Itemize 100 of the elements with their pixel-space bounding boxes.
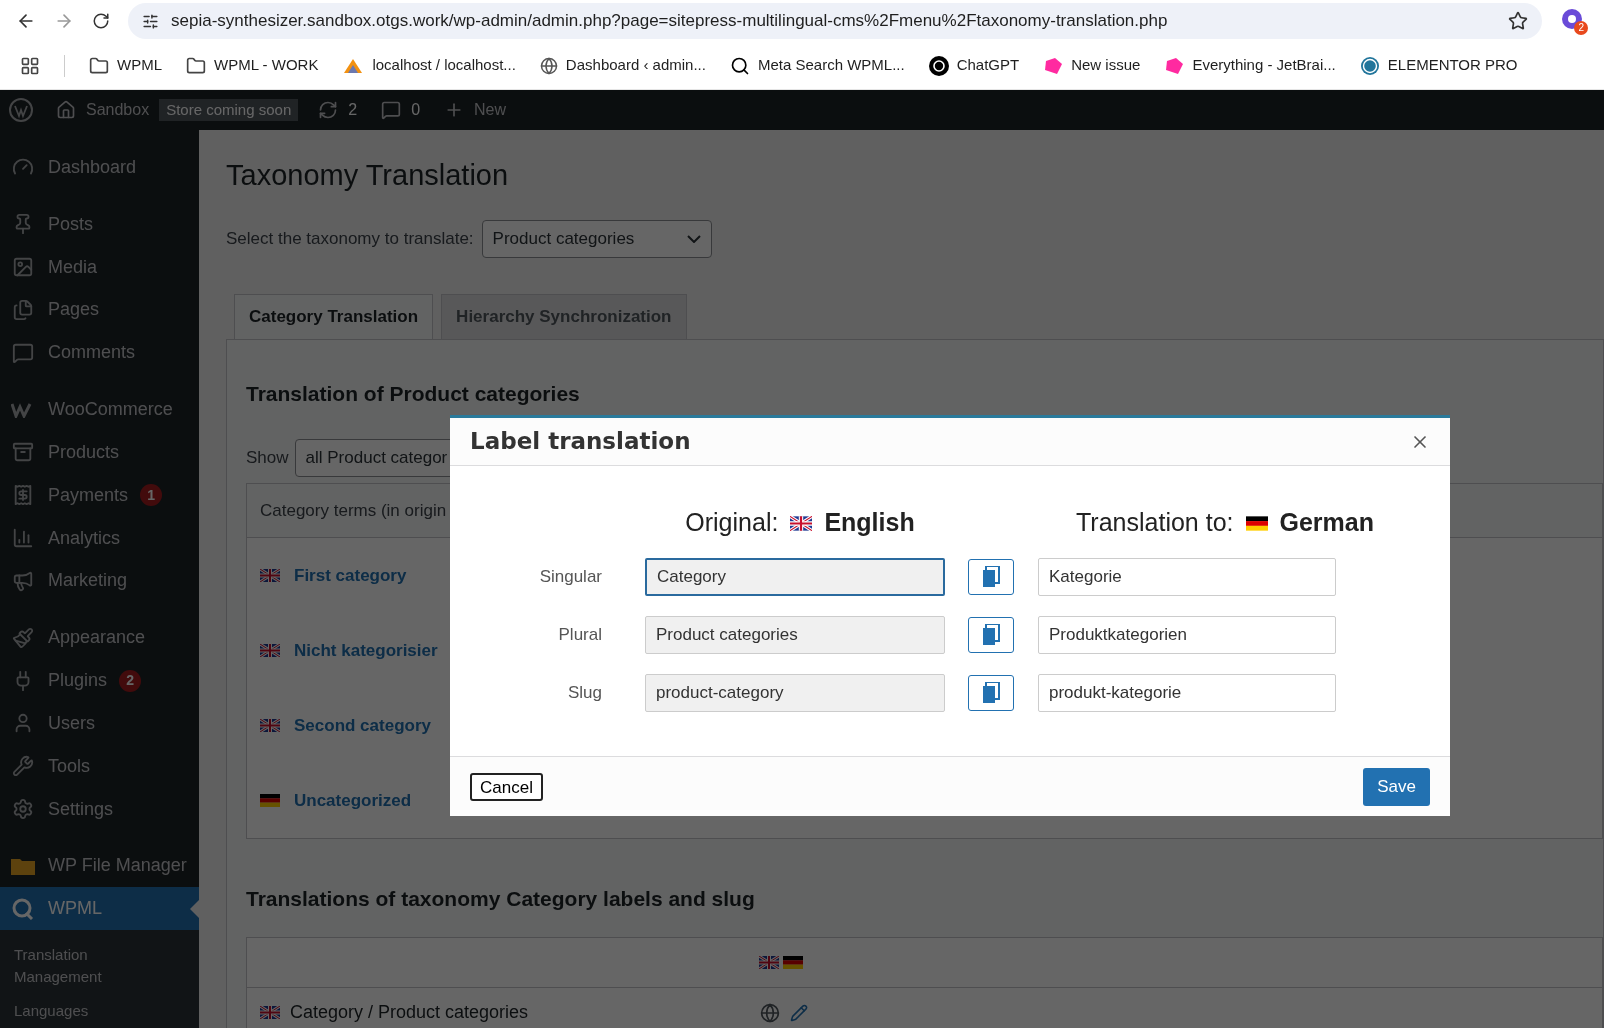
original-field[interactable]: Category bbox=[645, 558, 945, 596]
german-flag-icon bbox=[783, 955, 803, 969]
address-bar[interactable]: sepia-synthesizer.sandbox.otgs.work/wp-admin/admin.php?page=sitepress-multilingual-cms%2Fmenu%2Ftaxonomy-translation.php bbox=[128, 3, 1542, 39]
uk-flag-icon bbox=[759, 955, 779, 969]
globe-icon[interactable] bbox=[760, 1002, 780, 1023]
term-link[interactable]: Uncategorized bbox=[294, 787, 412, 814]
bookmark-star-icon[interactable] bbox=[1508, 11, 1528, 31]
sidebar-menu-item[interactable]: Media bbox=[0, 245, 199, 289]
polygon-icon bbox=[1164, 56, 1185, 75]
german-flag-icon bbox=[260, 794, 280, 807]
term-link[interactable]: Nicht kategorisier bbox=[294, 637, 438, 664]
updates-count: 2 bbox=[348, 100, 358, 120]
bookmark-link[interactable]: WPML bbox=[117, 54, 162, 77]
field-label: Singular bbox=[538, 566, 602, 589]
appearance-icon bbox=[12, 626, 34, 649]
bookmark-link[interactable]: WPML - WORK bbox=[214, 54, 319, 77]
uk-flag-icon bbox=[790, 515, 813, 531]
translation-field[interactable]: Produktkategorien bbox=[1038, 616, 1336, 654]
sidebar-menu-item[interactable]: Marketing bbox=[0, 559, 199, 603]
analytics-icon bbox=[12, 527, 34, 550]
tab[interactable]: Hierarchy Synchronization bbox=[441, 293, 687, 339]
chevron-down-icon bbox=[686, 234, 701, 243]
translation-field[interactable]: produkt-kategorie bbox=[1038, 674, 1336, 712]
sidebar-menu-item[interactable]: Products bbox=[0, 430, 199, 474]
tab[interactable]: Category Translation bbox=[234, 293, 434, 339]
sidebar-menu-item[interactable]: Plugins 2 bbox=[0, 659, 199, 702]
original-field[interactable]: product-category bbox=[645, 674, 945, 712]
folder-icon bbox=[89, 55, 109, 76]
sidebar-menu-item[interactable]: WPML bbox=[0, 887, 199, 931]
folder-icon bbox=[186, 55, 206, 76]
extension-badge: 2 bbox=[1574, 21, 1588, 35]
field-label: Plural bbox=[557, 624, 602, 647]
notification-badge: 2 bbox=[119, 669, 142, 692]
term-link[interactable]: First category bbox=[294, 562, 407, 589]
bookmark-link[interactable]: ELEMENTOR PRO bbox=[1387, 54, 1518, 77]
copy-button[interactable] bbox=[968, 559, 1014, 595]
original-language: English bbox=[824, 507, 915, 539]
media-icon bbox=[12, 256, 34, 279]
site-settings-icon[interactable] bbox=[142, 12, 159, 30]
taxonomy-select[interactable]: Product categories bbox=[481, 219, 712, 258]
extension-icon[interactable] bbox=[1560, 7, 1584, 31]
pages-icon bbox=[12, 298, 34, 321]
reload-icon[interactable] bbox=[92, 12, 110, 30]
products-icon bbox=[12, 441, 34, 464]
page-title: Taxonomy Translation bbox=[226, 158, 510, 193]
copy-button[interactable] bbox=[968, 675, 1014, 711]
bookmark-link[interactable]: Meta Search WPML... bbox=[757, 54, 905, 77]
original-label: Original: bbox=[685, 507, 779, 539]
original-field[interactable]: Product categories bbox=[645, 616, 945, 654]
comments-icon bbox=[12, 341, 34, 364]
new-link[interactable]: New bbox=[474, 98, 507, 122]
globe-icon bbox=[539, 56, 558, 75]
settings-icon bbox=[12, 798, 34, 820]
cancel-button[interactable]: Cancel bbox=[470, 772, 543, 801]
copy-icon bbox=[982, 624, 1000, 646]
sidebar-menu-item[interactable]: Tools bbox=[0, 744, 199, 788]
bookmark-link[interactable]: Everything - JetBrai... bbox=[1192, 54, 1336, 77]
sidebar-menu-item[interactable]: Dashboard bbox=[0, 146, 199, 189]
sidebar-menu-item[interactable]: WP File Manager bbox=[0, 844, 199, 888]
taxonomy-label: Select the taxonomy to translate: bbox=[226, 227, 474, 250]
polygon-icon bbox=[1043, 56, 1064, 75]
uk-flag-icon bbox=[260, 1006, 280, 1019]
url-text: sepia-synthesizer.sandbox.otgs.work/wp-admin/admin.php?page=sitepress-multilingual-cms%2Fmenu%2Ftaxonomy-translation.php bbox=[171, 10, 1169, 33]
payments-icon bbox=[12, 484, 34, 507]
sidebar-menu-item[interactable]: Comments bbox=[0, 331, 199, 375]
sidebar-menu-item[interactable]: Pages bbox=[0, 288, 199, 332]
current-page-pointer bbox=[190, 900, 199, 919]
section-title: Translation of Product categories bbox=[246, 380, 581, 407]
sidebar-menu-item[interactable]: Payments 1 bbox=[0, 473, 199, 517]
uk-flag-icon bbox=[260, 644, 280, 657]
show-label: Show bbox=[246, 447, 289, 470]
store-status-badge: Store coming soon bbox=[159, 99, 299, 121]
bookmark-link[interactable]: ChatGPT bbox=[956, 54, 1020, 77]
copy-icon bbox=[982, 682, 1000, 704]
german-flag-icon bbox=[1245, 515, 1268, 531]
sidebar-menu-item[interactable]: WooCommerce bbox=[0, 388, 199, 431]
search-icon bbox=[729, 55, 750, 76]
term-link[interactable]: Second category bbox=[294, 712, 431, 739]
label-row-text: Category / Product categories bbox=[290, 1001, 530, 1024]
bookmark-link[interactable]: Dashboard ‹ admin... bbox=[565, 54, 706, 77]
site-name-link[interactable]: Sandbox bbox=[86, 98, 150, 122]
bookmark-link[interactable]: localhost / localhost... bbox=[372, 54, 516, 77]
translation-language: German bbox=[1279, 507, 1374, 539]
field-label: Slug bbox=[566, 682, 602, 705]
copy-button[interactable] bbox=[968, 617, 1014, 653]
copy-icon bbox=[982, 566, 1000, 588]
section-title: Translations of taxonomy Category labels and slug bbox=[246, 886, 756, 912]
comments-count: 0 bbox=[411, 100, 421, 120]
uk-flag-icon bbox=[260, 569, 280, 582]
pencil-icon[interactable] bbox=[790, 1003, 808, 1022]
bookmark-link[interactable]: New issue bbox=[1071, 54, 1141, 77]
sidebar-menu-item[interactable]: Settings bbox=[0, 787, 199, 831]
save-button[interactable]: Save bbox=[1363, 767, 1430, 806]
translation-field[interactable]: Kategorie bbox=[1038, 558, 1336, 596]
sidebar-menu-item[interactable]: Posts bbox=[0, 202, 199, 246]
uk-flag-icon bbox=[260, 719, 280, 732]
sidebar-menu-item[interactable]: Users bbox=[0, 701, 199, 745]
sidebar-menu-item[interactable]: Appearance bbox=[0, 616, 199, 660]
apps-icon[interactable] bbox=[20, 55, 40, 76]
sidebar-menu-item[interactable]: Analytics bbox=[0, 516, 199, 560]
